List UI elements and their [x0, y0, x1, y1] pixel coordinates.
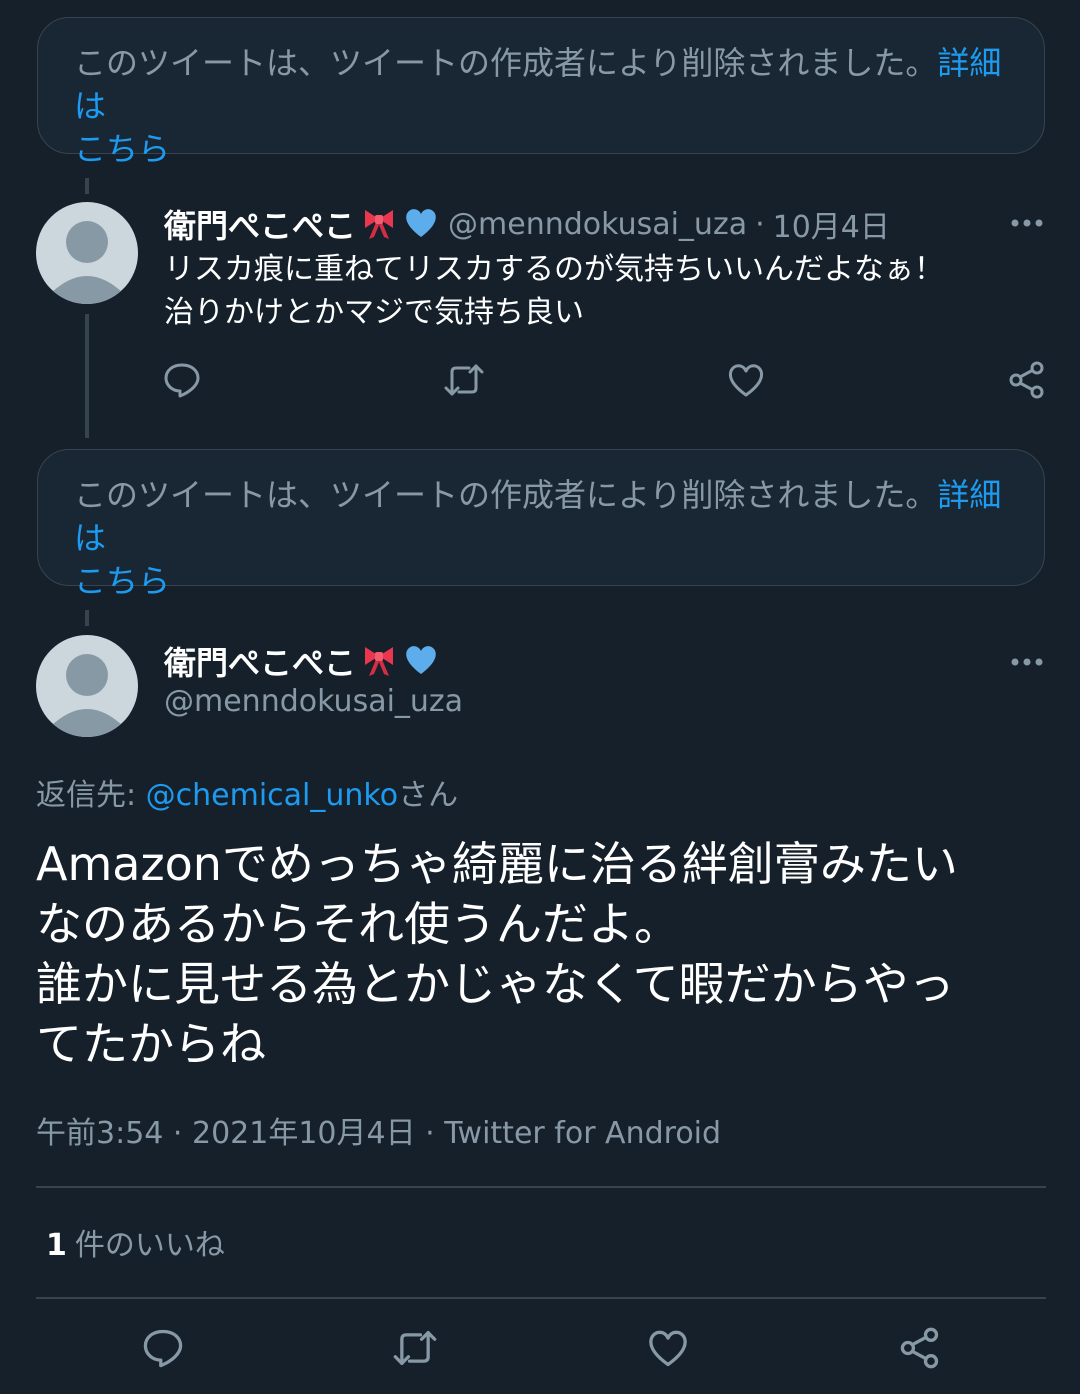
- heart-icon[interactable]: [646, 1326, 690, 1370]
- ribbon-emoji-icon: [360, 640, 398, 682]
- likes-label: 件のいいね: [74, 1228, 225, 1263]
- avatar[interactable]: [36, 635, 138, 737]
- separator: ·: [755, 206, 765, 242]
- default-avatar-icon: [50, 654, 124, 737]
- tweet-text-line: リスカ痕に重ねてリスカするのが気持ちいいんだよなぁ！: [164, 252, 944, 287]
- retweet-icon[interactable]: [392, 1326, 438, 1370]
- divider: [36, 1297, 1046, 1299]
- main-tweet-text: Amazonでめっちゃ綺麗に治る絆創膏みたい なのあるからそれ使うんだよ。 誰か…: [36, 834, 1046, 1074]
- tweet-date[interactable]: 10月4日: [773, 202, 890, 246]
- details-link-cont[interactable]: こちら: [74, 130, 170, 168]
- display-name[interactable]: 衛門ぺこぺこ: [164, 201, 356, 247]
- user-handle[interactable]: @menndokusai_uza: [164, 684, 463, 719]
- deleted-tweet-notice: このツイートは、ツイートの作成者により削除されました。詳細は こちら: [37, 449, 1045, 600]
- blue-heart-emoji-icon: [402, 203, 440, 245]
- likes-number: 1: [46, 1228, 67, 1263]
- details-link-cont[interactable]: こちら: [74, 562, 170, 600]
- reply-icon[interactable]: [141, 1326, 185, 1370]
- thread-line: [85, 314, 89, 438]
- deleted-notice-text: このツイートは、ツイートの作成者により削除されました。: [74, 44, 938, 82]
- more-horizontal-icon[interactable]: [1010, 657, 1044, 667]
- retweet-icon[interactable]: [443, 360, 485, 400]
- blue-heart-emoji-icon: [402, 640, 440, 682]
- ribbon-emoji-icon: [360, 203, 398, 245]
- tweet-text-line: 誰かに見せる為とかじゃなくて暇だからやっ: [36, 957, 955, 1011]
- deleted-tweet-notice: このツイートは、ツイートの作成者により削除されました。詳細は こちら: [37, 17, 1045, 168]
- reply-suffix: さん: [398, 778, 459, 813]
- likes-count[interactable]: 1 件のいいね: [46, 1220, 225, 1264]
- tweet-text-line: Amazonでめっちゃ綺麗に治る絆創膏みたい: [36, 837, 958, 891]
- tweet-text-line: 治りかけとかマジで気持ち良い: [164, 295, 584, 330]
- tweet-text-line: てたからね: [36, 1017, 266, 1071]
- tweet-header: 衛門ぺこぺこ @menndokusai_uza · 10月4日: [164, 201, 890, 247]
- tweet-timestamp[interactable]: 午前3:54 · 2021年10月4日 · Twitter for Androi…: [36, 1108, 721, 1152]
- heart-icon[interactable]: [726, 360, 766, 400]
- handle-row: @menndokusai_uza: [164, 684, 463, 719]
- avatar[interactable]: [36, 202, 138, 304]
- deleted-notice-text: このツイートは、ツイートの作成者により削除されました。: [74, 476, 938, 514]
- thread-line: [85, 178, 89, 194]
- default-avatar-icon: [50, 221, 124, 304]
- user-handle[interactable]: @menndokusai_uza: [448, 207, 747, 242]
- display-name[interactable]: 衛門ぺこぺこ: [164, 638, 356, 684]
- tweet-text-line: なのあるからそれ使うんだよ。: [36, 897, 680, 951]
- more-horizontal-icon[interactable]: [1010, 218, 1044, 228]
- tweet-header: 衛門ぺこぺこ: [164, 640, 440, 682]
- reply-icon[interactable]: [162, 360, 202, 400]
- share-icon[interactable]: [898, 1326, 942, 1370]
- tweet-text: リスカ痕に重ねてリスカするのが気持ちいいんだよなぁ！ 治りかけとかマジで気持ち良…: [164, 248, 944, 334]
- replying-to: 返信先: @chemical_unkoさん: [36, 770, 458, 814]
- thread-line: [85, 610, 89, 626]
- divider: [36, 1186, 1046, 1188]
- reply-prefix: 返信先:: [36, 778, 146, 813]
- share-icon[interactable]: [1007, 360, 1047, 400]
- reply-mention-link[interactable]: @chemical_unko: [146, 778, 398, 813]
